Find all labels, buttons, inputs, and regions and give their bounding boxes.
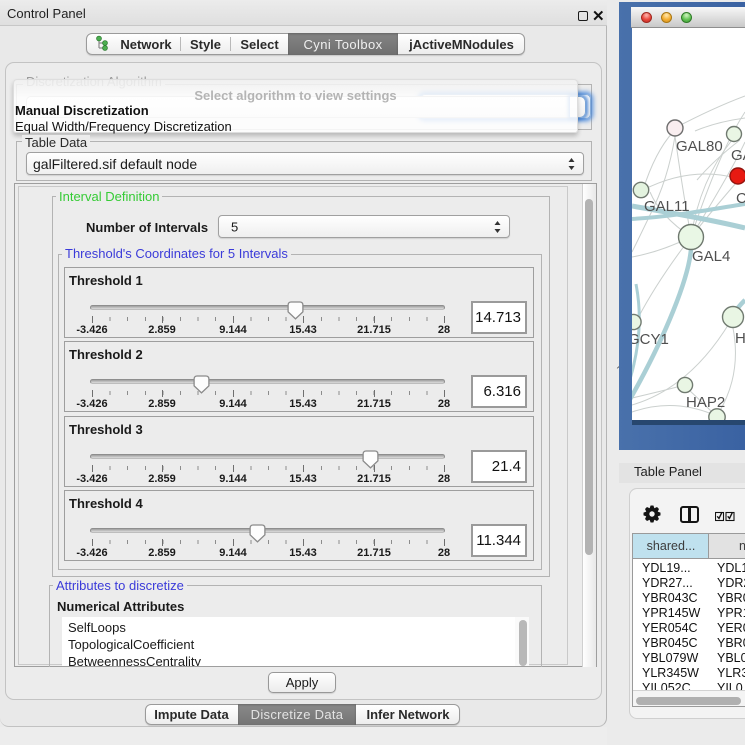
svg-text:GCY1: GCY1 [632,331,669,348]
svg-text:H: H [735,330,745,347]
svg-text:GAL80: GAL80 [676,138,723,155]
svg-text:GAL11: GAL11 [644,198,690,215]
svg-text:C: C [736,190,745,207]
svg-text:HAP2: HAP2 [686,394,725,411]
svg-text:GA: GA [731,147,745,164]
svg-text:GAL4: GAL4 [692,248,730,265]
